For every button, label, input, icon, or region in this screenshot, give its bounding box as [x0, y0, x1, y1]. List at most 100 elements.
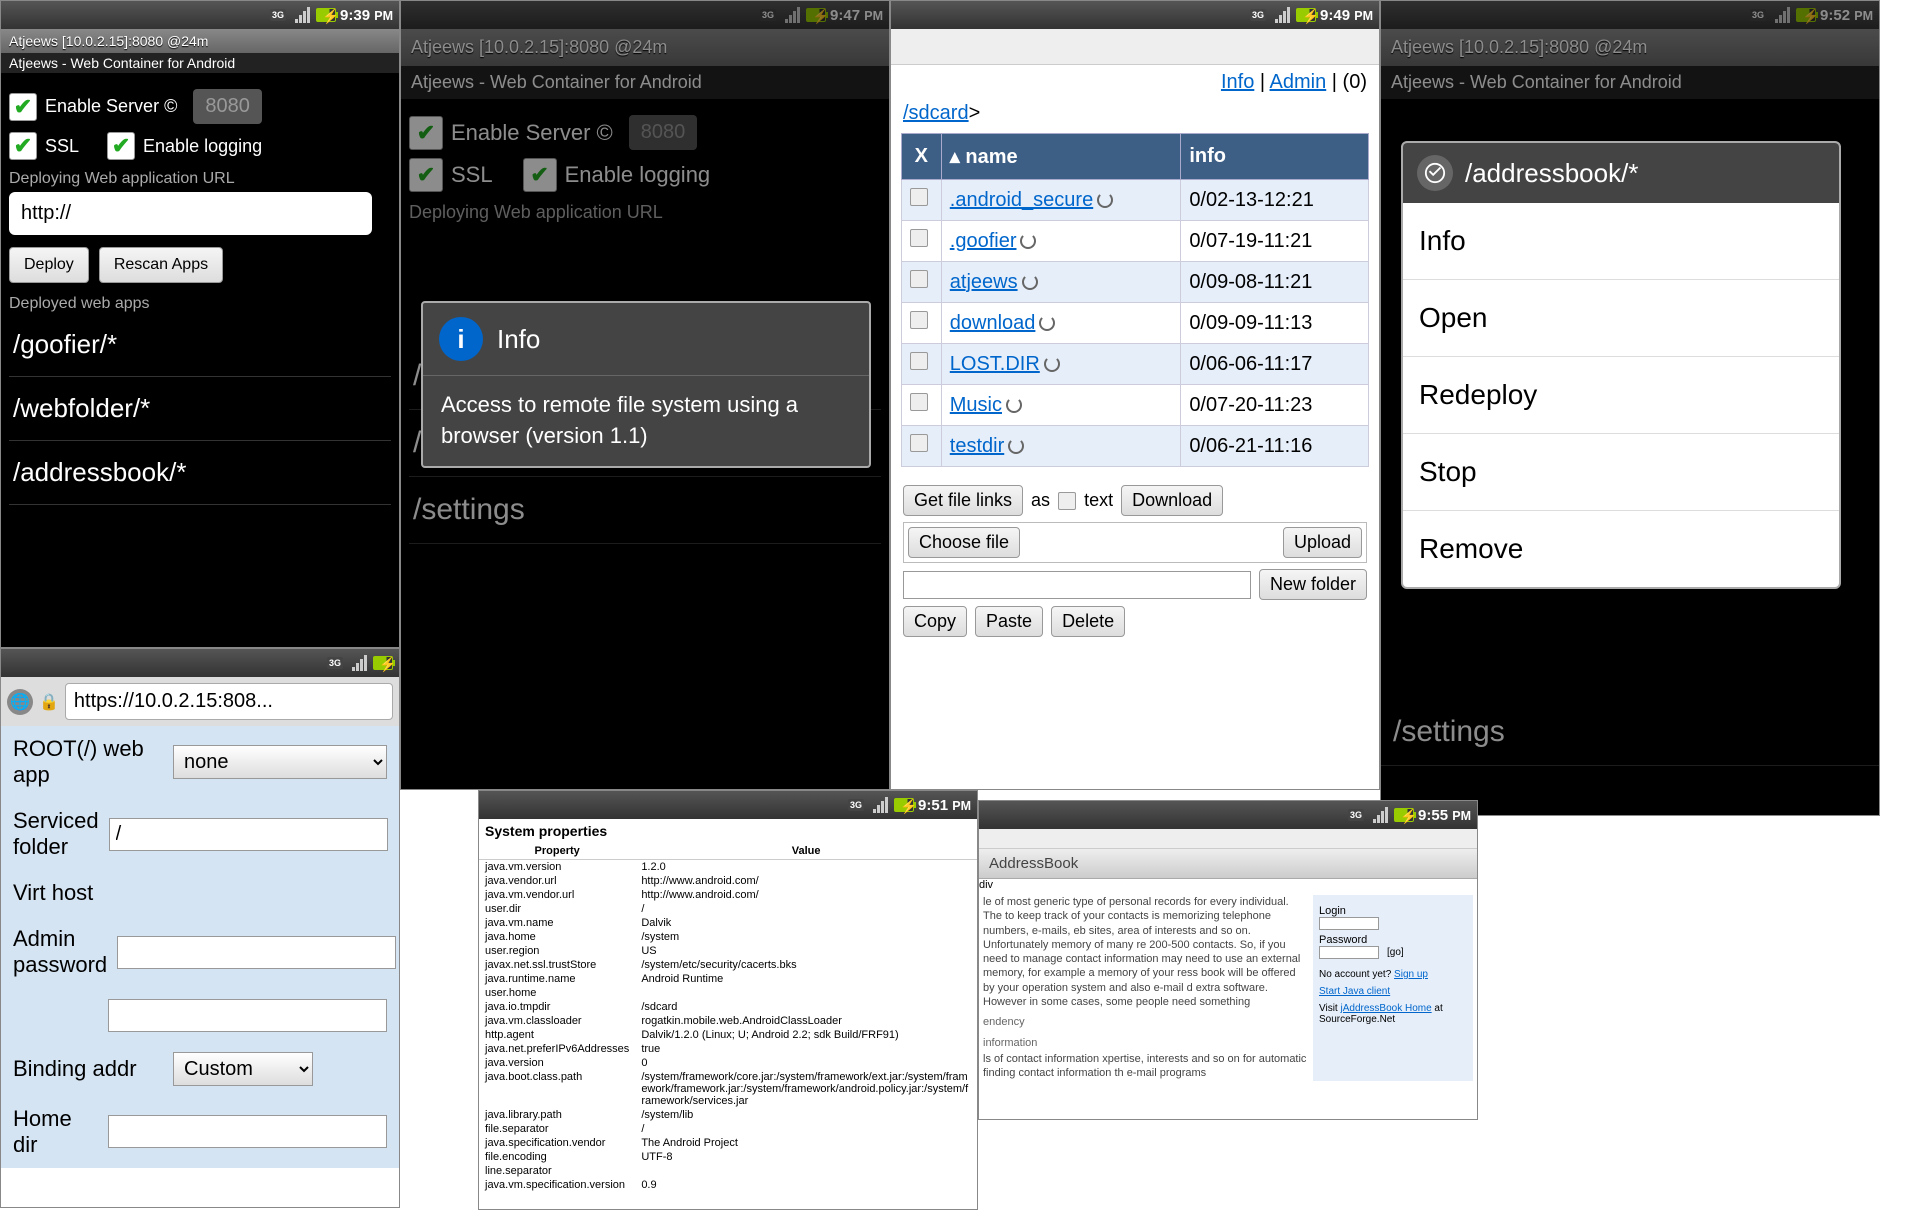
sysprops-row: java.runtime.nameAndroid Runtime	[479, 972, 977, 986]
row-checkbox[interactable]	[910, 434, 928, 452]
file-link[interactable]: atjeews	[950, 271, 1018, 293]
start-java-link[interactable]: Start Java client	[1319, 986, 1390, 997]
refresh-icon[interactable]	[1097, 192, 1113, 208]
binding-addr-input[interactable]	[108, 999, 387, 1032]
sysprops-row: java.io.tmpdir/sdcard	[479, 1000, 977, 1014]
sysprops-row: java.boot.class.path/system/framework/co…	[479, 1070, 977, 1108]
file-link[interactable]: LOST.DIR	[950, 353, 1040, 375]
table-row: .android_secure0/02-13-12:21	[901, 180, 1368, 221]
breadcrumb-sdcard[interactable]: /sdcard	[903, 102, 969, 124]
signal-icon	[1370, 806, 1390, 824]
globe-icon[interactable]: 🌐	[7, 689, 33, 715]
app-entry-goofier[interactable]: /goofier/*	[9, 313, 391, 377]
row-checkbox[interactable]	[910, 188, 928, 206]
col-select[interactable]: X	[901, 134, 941, 180]
enable-server-checkbox[interactable]: ✔	[409, 116, 443, 150]
file-table: X ▴ name info .android_secure0/02-13-12:…	[901, 133, 1369, 467]
admin-password-input[interactable]	[117, 936, 396, 969]
menu-item-redeploy[interactable]: Redeploy	[1403, 357, 1839, 434]
battery-icon: ⚡	[373, 654, 393, 672]
enable-server-checkbox[interactable]: ✔	[9, 93, 37, 121]
sysprops-row: line.separator	[479, 1164, 977, 1178]
window-title: Atjeews [10.0.2.15]:8080 @24m	[401, 29, 889, 66]
admin-link[interactable]: Admin	[1270, 71, 1327, 93]
sysprops-row: user.dir/	[479, 902, 977, 916]
app-entry-webfolder[interactable]: /webfolder/*	[9, 377, 391, 441]
battery-icon: ⚡	[316, 6, 336, 24]
deploy-url-input[interactable]: http://	[9, 192, 372, 235]
row-checkbox[interactable]	[910, 311, 928, 329]
file-link[interactable]: .android_secure	[950, 189, 1093, 211]
menu-item-stop[interactable]: Stop	[1403, 434, 1839, 511]
new-folder-button[interactable]: New folder	[1259, 569, 1367, 600]
col-info[interactable]: info	[1181, 134, 1369, 180]
home-dir-input[interactable]	[108, 1115, 387, 1148]
row-checkbox[interactable]	[910, 229, 928, 247]
root-app-label: ROOT(/) web app	[13, 736, 163, 788]
refresh-icon[interactable]	[1006, 397, 1022, 413]
paste-button[interactable]: Paste	[975, 606, 1043, 637]
sysprops-row: file.encodingUTF-8	[479, 1150, 977, 1164]
signup-link[interactable]: Sign up	[1394, 969, 1428, 980]
refresh-icon[interactable]	[1022, 274, 1038, 290]
delete-button[interactable]: Delete	[1051, 606, 1125, 637]
refresh-icon[interactable]	[1020, 233, 1036, 249]
choose-file-button[interactable]: Choose file	[908, 527, 1020, 558]
menu-item-open[interactable]: Open	[1403, 280, 1839, 357]
home-link[interactable]: jAddressBook Home	[1341, 1003, 1432, 1014]
app-entry-addressbook[interactable]: /addressbook/*	[9, 441, 391, 505]
logging-checkbox[interactable]: ✔	[107, 132, 135, 160]
info-link[interactable]: Info	[1221, 71, 1254, 93]
file-link[interactable]: testdir	[950, 435, 1004, 457]
context-menu: /addressbook/* Info Open Redeploy Stop R…	[1401, 141, 1841, 589]
port-value[interactable]: 8080	[629, 115, 698, 150]
get-file-links-button[interactable]: Get file links	[903, 485, 1023, 516]
row-checkbox[interactable]	[910, 270, 928, 288]
logging-checkbox[interactable]: ✔	[523, 158, 557, 192]
text-checkbox[interactable]	[1058, 492, 1076, 510]
menu-item-remove[interactable]: Remove	[1403, 511, 1839, 587]
serviced-folder-label: Serviced folder	[13, 808, 99, 860]
table-row: download0/09-09-11:13	[901, 303, 1368, 344]
signal-icon	[782, 6, 802, 24]
password-label: Password	[1319, 934, 1467, 946]
refresh-icon[interactable]	[1039, 315, 1055, 331]
root-app-select[interactable]: none	[173, 745, 387, 779]
clock: 9:55 PM	[1418, 807, 1471, 824]
rescan-button[interactable]: Rescan Apps	[99, 247, 223, 283]
admin-password-label: Admin password	[13, 926, 107, 979]
deploy-button[interactable]: Deploy	[9, 247, 89, 283]
copy-button[interactable]: Copy	[903, 606, 967, 637]
file-link[interactable]: download	[950, 312, 1036, 334]
file-link[interactable]: .goofier	[950, 230, 1017, 252]
app-entry-settings[interactable]: /settings	[409, 477, 881, 544]
battery-icon: ⚡	[1796, 6, 1816, 24]
sysprops-row: java.vendor.urlhttp://www.android.com/	[479, 874, 977, 888]
col-name[interactable]: ▴ name	[941, 134, 1181, 180]
refresh-icon[interactable]	[1044, 356, 1060, 372]
ssl-checkbox[interactable]: ✔	[9, 132, 37, 160]
port-value[interactable]: 8080	[193, 89, 262, 124]
logging-label: Enable logging	[565, 162, 711, 188]
virt-host-checkbox[interactable]	[173, 882, 195, 904]
app-entry-settings[interactable]: /settings	[1381, 699, 1879, 766]
new-folder-input[interactable]	[903, 571, 1251, 599]
browser-url-bar: 🌐 🔒 https://10.0.2.15:808...	[1, 677, 399, 726]
browser-address[interactable]: https://10.0.2.15:808...	[65, 683, 393, 720]
row-checkbox[interactable]	[910, 352, 928, 370]
go-button[interactable]: [go]	[1383, 946, 1408, 959]
refresh-icon[interactable]	[1008, 438, 1024, 454]
download-button[interactable]: Download	[1121, 485, 1223, 516]
menu-item-info[interactable]: Info	[1403, 203, 1839, 280]
sysprops-row: javax.net.ssl.trustStore/system/etc/secu…	[479, 958, 977, 972]
file-link[interactable]: Music	[950, 394, 1002, 416]
login-input[interactable]	[1319, 917, 1379, 930]
serviced-folder-input[interactable]	[109, 818, 388, 851]
table-row: testdir0/06-21-11:16	[901, 426, 1368, 467]
ssl-checkbox[interactable]: ✔	[409, 158, 443, 192]
deploy-url-label: Deploying Web application URL	[409, 202, 881, 223]
binding-addr-select[interactable]: Custom	[173, 1052, 313, 1086]
row-checkbox[interactable]	[910, 393, 928, 411]
password-input[interactable]	[1319, 946, 1379, 959]
upload-button[interactable]: Upload	[1283, 527, 1362, 558]
